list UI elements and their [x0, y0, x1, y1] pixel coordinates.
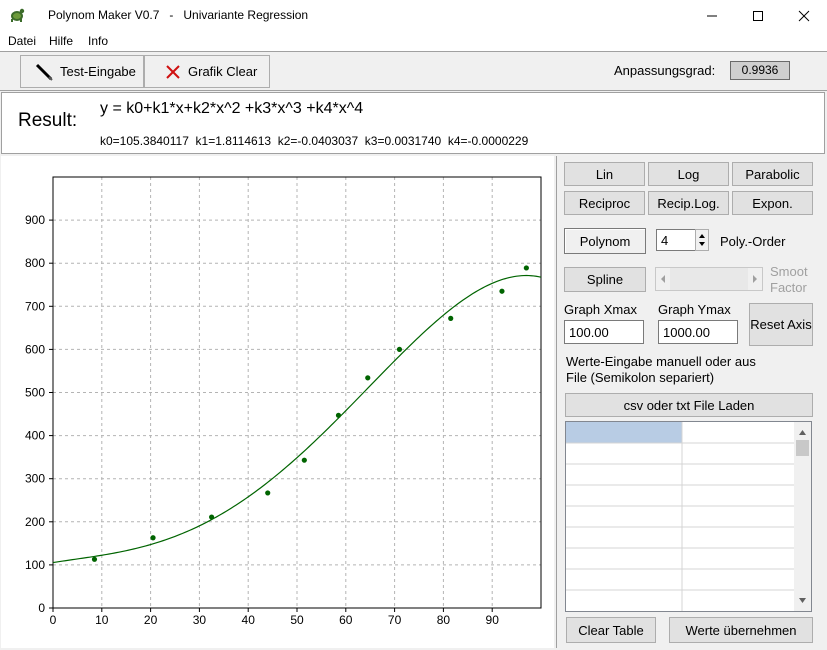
- lin-button[interactable]: Lin: [564, 162, 645, 186]
- y-tick-label: 400: [25, 429, 45, 443]
- menu-hilfe[interactable]: Hilfe: [49, 34, 73, 48]
- x-tick-label: 30: [193, 613, 207, 627]
- maximize-button[interactable]: [735, 0, 781, 31]
- x-tick-label: 40: [242, 613, 256, 627]
- graph-xmax-label: Graph Xmax: [564, 302, 637, 317]
- maximize-icon: [753, 10, 763, 21]
- smooth-factor-label: Smoot Factor: [770, 264, 808, 295]
- data-point: [265, 490, 271, 496]
- clear-graph-button[interactable]: Grafik Clear: [144, 55, 270, 88]
- expon-button[interactable]: Expon.: [732, 191, 813, 215]
- clear-table-button[interactable]: Clear Table: [566, 617, 656, 643]
- poly-order-spinner[interactable]: [695, 229, 709, 251]
- y-tick-label: 800: [25, 256, 45, 270]
- x-tick-label: 70: [388, 613, 402, 627]
- result-equation: y = k0+k1*x+k2*x^2 +k3*x^3 +k4*x^4: [100, 100, 364, 117]
- test-input-button[interactable]: Test-Eingabe: [20, 55, 144, 88]
- data-point: [301, 457, 307, 463]
- data-point: [209, 514, 215, 520]
- poly-order-label: Poly.-Order: [720, 234, 786, 249]
- data-point: [499, 288, 505, 294]
- spline-button[interactable]: Spline: [564, 267, 646, 292]
- data-point: [523, 265, 529, 271]
- menu-bar: [0, 31, 827, 51]
- reciproc-button[interactable]: Reciproc: [564, 191, 645, 215]
- spinner-arrows-icon: [699, 234, 705, 246]
- window-title: Polynom Maker V0.7 - Univariante Regress…: [48, 8, 309, 22]
- x-tick-label: 20: [144, 613, 158, 627]
- graph-xmax-input[interactable]: [564, 320, 644, 344]
- pen-icon: [35, 63, 53, 81]
- data-point: [365, 375, 371, 381]
- minimize-button[interactable]: [689, 0, 735, 31]
- data-point: [335, 412, 342, 418]
- table-scrollbar[interactable]: [794, 422, 811, 611]
- smooth-factor-slider[interactable]: [655, 267, 763, 291]
- apply-values-button[interactable]: Werte übernehmen: [669, 617, 813, 643]
- value-table[interactable]: [565, 421, 812, 612]
- polynom-button[interactable]: Polynom: [564, 228, 646, 254]
- reset-axis-button[interactable]: Reset Axis: [749, 303, 813, 346]
- load-file-button[interactable]: csv oder txt File Laden: [565, 393, 813, 417]
- poly-order-input[interactable]: [656, 229, 696, 251]
- log-button[interactable]: Log: [648, 162, 729, 186]
- result-coefficients: k0=105.3840117 k1=1.8114613 k2=-0.040303…: [100, 134, 529, 148]
- x-tick-label: 10: [95, 613, 109, 627]
- menu-datei[interactable]: Datei: [8, 34, 36, 48]
- graph-ymax-input[interactable]: [658, 320, 738, 344]
- y-tick-label: 100: [25, 558, 45, 572]
- y-tick-label: 300: [25, 472, 45, 486]
- fit-label: Anpassungsgrad:: [614, 63, 716, 78]
- recip-log-button[interactable]: Recip.Log.: [648, 191, 729, 215]
- result-label: Result:: [18, 110, 78, 131]
- fit-value: 0.9936: [730, 61, 790, 80]
- regression-chart: 0 10 20 30 40 50 60 70 80 90010020030040050060070…: [25, 176, 542, 627]
- x-tick-label: 50: [290, 613, 304, 627]
- close-button[interactable]: [781, 0, 827, 31]
- input-hint: Werte-Eingabe manuell oder aus File (Sem…: [566, 354, 756, 385]
- test-input-label: Test-Eingabe: [60, 64, 136, 79]
- y-tick-label: 0: [38, 601, 45, 615]
- clear-graph-label: Grafik Clear: [188, 64, 258, 79]
- y-tick-label: 200: [25, 515, 45, 529]
- graph-ymax-label: Graph Ymax: [658, 302, 731, 317]
- x-tick-label: 80: [437, 613, 451, 627]
- y-tick-label: 700: [25, 299, 45, 313]
- minimize-icon: [707, 15, 717, 16]
- x-tick-label: 90: [486, 613, 500, 627]
- chart-area: 0 10 20 30 40 50 60 70 80 90 0 100 200 300 400 500 600 70…: [1, 156, 554, 648]
- x-tick-label: 0: [50, 613, 57, 627]
- data-point: [150, 535, 156, 541]
- data-point: [448, 315, 454, 321]
- scrollbar-arrows-icon: [796, 430, 809, 603]
- menu-info[interactable]: Info: [88, 34, 108, 48]
- parabolic-button[interactable]: Parabolic: [732, 162, 813, 186]
- y-tick-label: 600: [25, 342, 45, 356]
- red-x-icon: [166, 64, 180, 79]
- x-tick-label: 60: [339, 613, 353, 627]
- value-table-grid: [566, 422, 794, 611]
- y-tick-label: 500: [25, 386, 45, 400]
- data-point: [91, 556, 98, 562]
- turtle-app-icon: [11, 8, 25, 22]
- close-icon: [798, 10, 810, 21]
- y-tick-label: 900: [25, 213, 45, 227]
- scroll-arrows-icon: [656, 268, 762, 290]
- data-point: [396, 346, 403, 352]
